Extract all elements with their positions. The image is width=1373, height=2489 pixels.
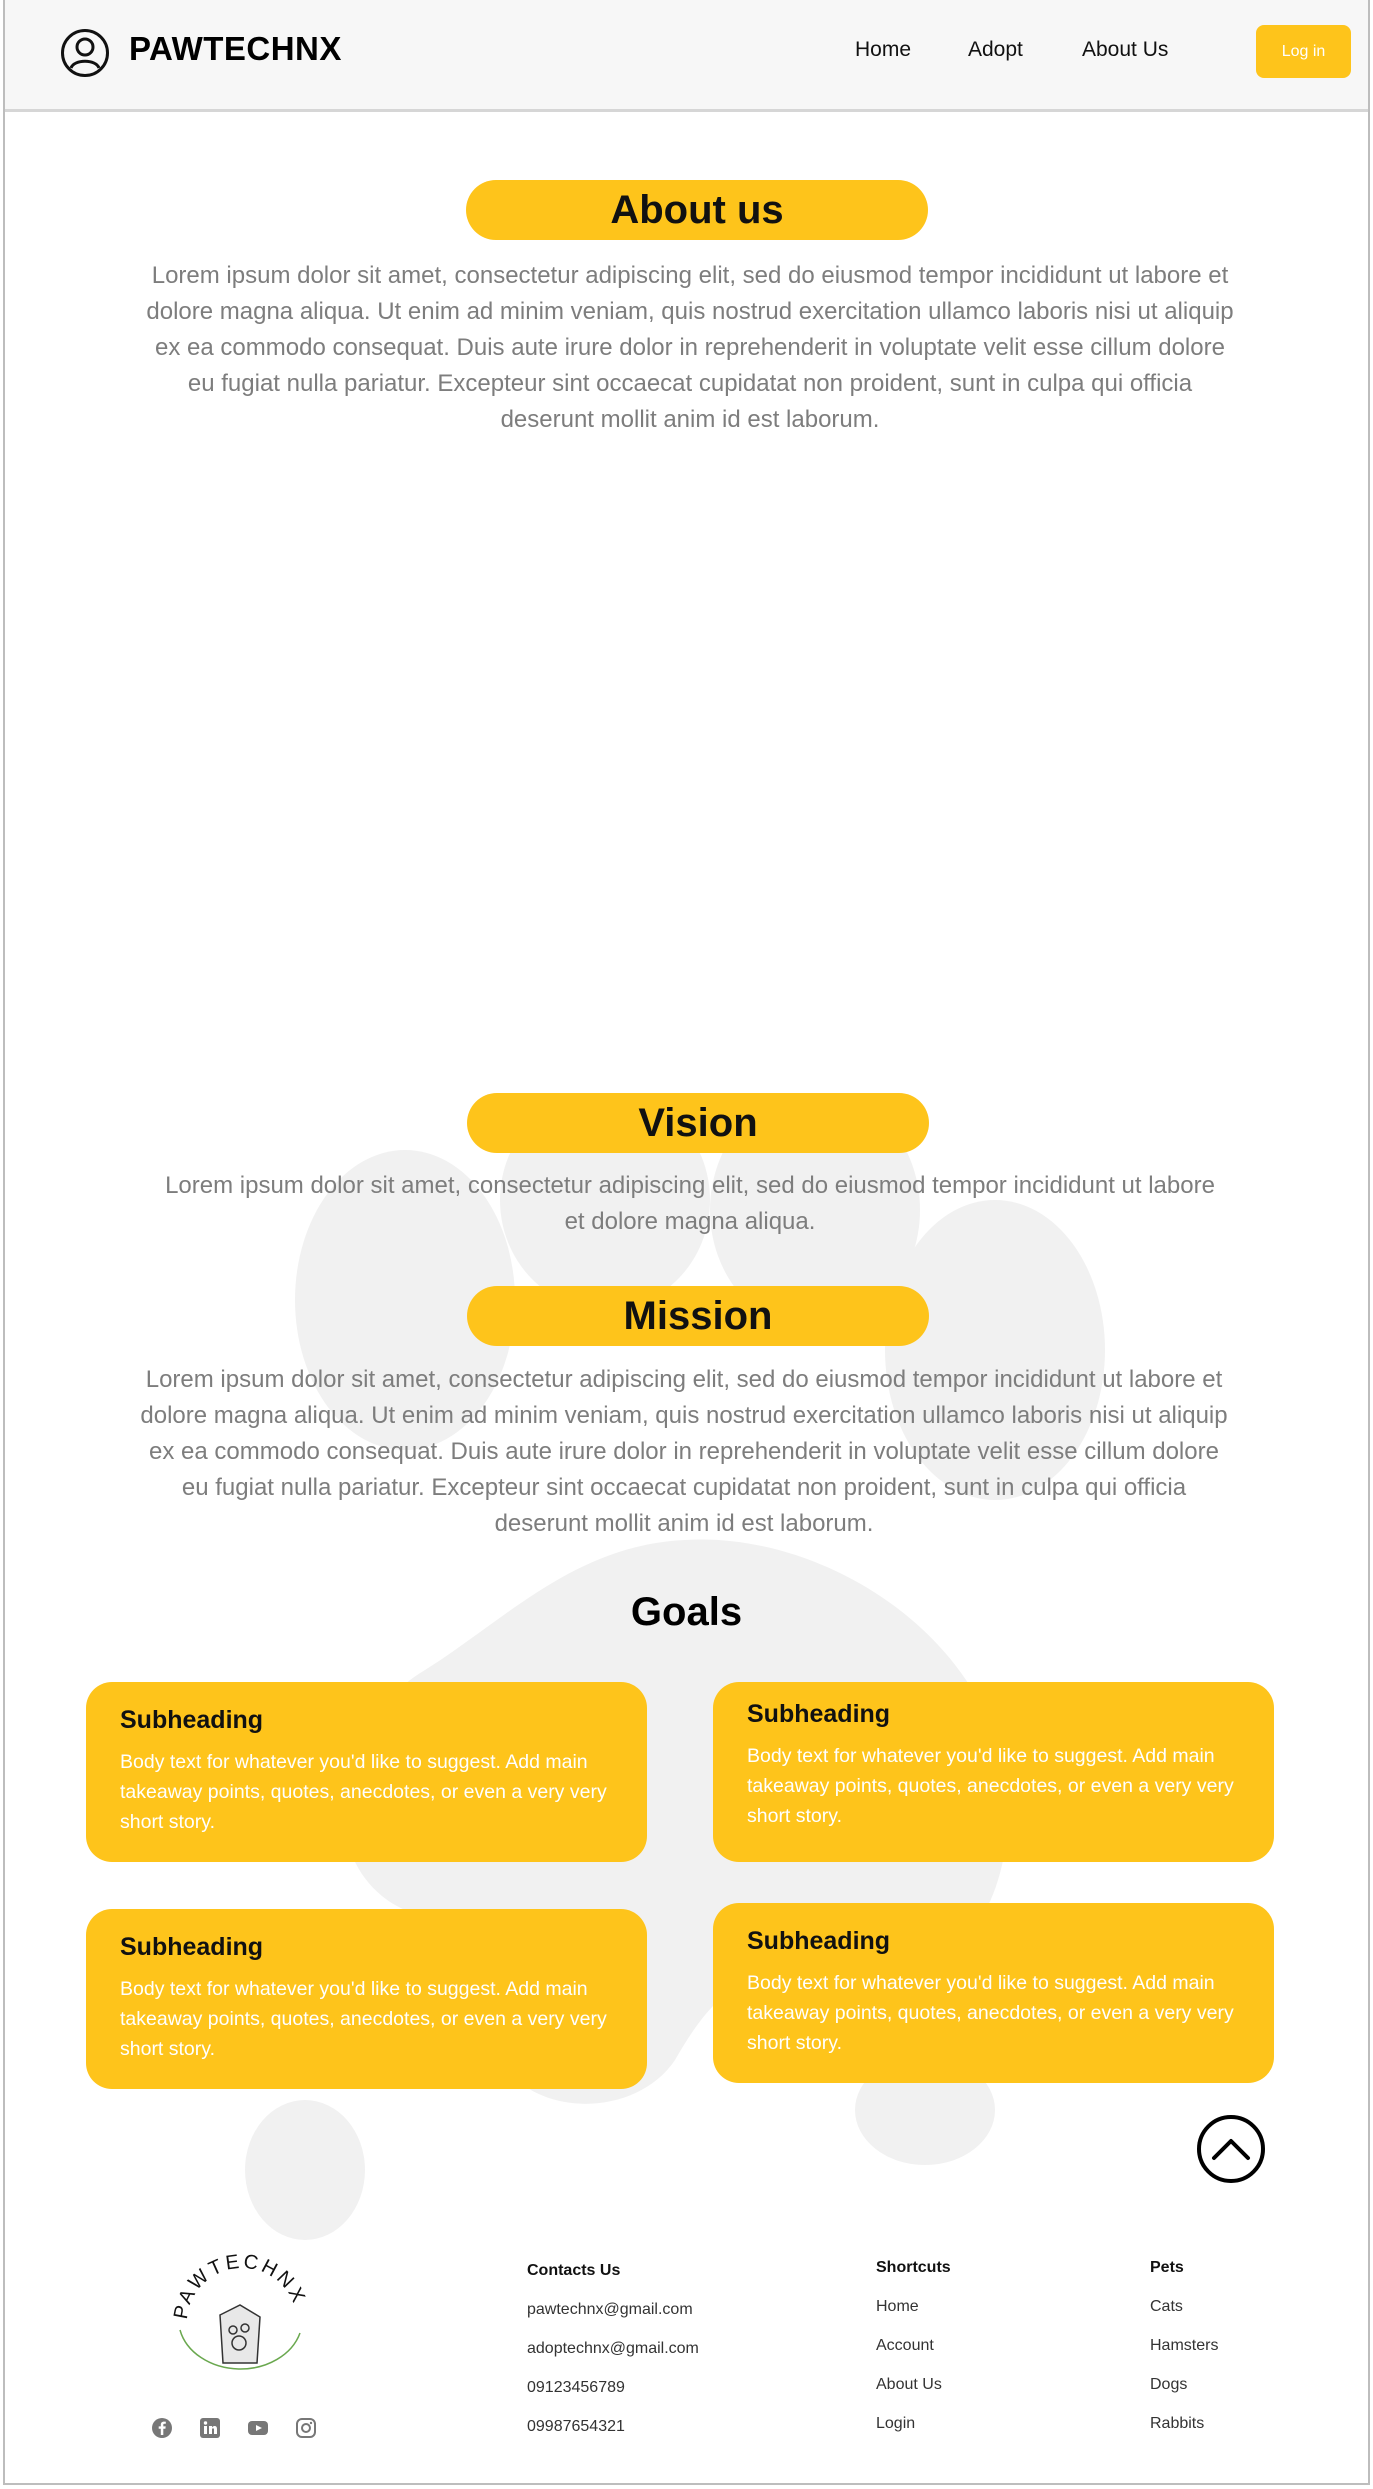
goal-card-heading: Subheading — [747, 1700, 891, 1728]
page-frame: PAWTECHNX Home Adopt About Us Log in Abo… — [3, 0, 1370, 2485]
header: PAWTECHNX Home Adopt About Us Log in — [5, 0, 1368, 112]
goal-card-heading: Subheading — [120, 1933, 264, 1961]
goal-card: Subheading Body text for whatever you'd … — [713, 1682, 1274, 1862]
nav-adopt[interactable]: Adopt — [968, 38, 1023, 62]
facebook-icon[interactable] — [151, 2417, 173, 2439]
user-profile-icon[interactable] — [60, 28, 110, 78]
login-button[interactable]: Log in — [1256, 25, 1351, 78]
goal-card-heading: Subheading — [747, 1927, 891, 1955]
goals-title: Goals — [630, 1590, 743, 1634]
footer-pets-title: Pets — [1150, 2259, 1184, 2276]
footer-link-dogs[interactable]: Dogs — [1150, 2376, 1187, 2394]
footer-link-hamsters[interactable]: Hamsters — [1150, 2337, 1218, 2355]
goal-card: Subheading Body text for whatever you'd … — [713, 1903, 1274, 2083]
footer-shortcuts-title: Shortcuts — [876, 2259, 951, 2276]
footer-contact-phone[interactable]: 09123456789 — [527, 2379, 625, 2397]
mission-title: Mission — [467, 1286, 929, 1346]
footer-link-account[interactable]: Account — [876, 2337, 934, 2355]
brand-name: PAWTECHNX — [129, 30, 342, 67]
footer-link-home[interactable]: Home — [876, 2298, 919, 2316]
footer-link-cats[interactable]: Cats — [1150, 2298, 1183, 2316]
about-title: About us — [466, 180, 928, 240]
instagram-icon[interactable] — [295, 2417, 317, 2439]
nav-about-us[interactable]: About Us — [1082, 38, 1168, 62]
mission-text: Lorem ipsum dolor sit amet, consectetur … — [140, 1366, 1228, 1537]
goal-card: Subheading Body text for whatever you'd … — [86, 1909, 647, 2089]
nav-home[interactable]: Home — [855, 38, 911, 62]
youtube-icon[interactable] — [247, 2417, 269, 2439]
goal-card-body: Body text for whatever you'd like to sug… — [747, 1972, 1234, 2054]
footer-contact-email[interactable]: pawtechnx@gmail.com — [527, 2301, 693, 2319]
goal-card-body: Body text for whatever you'd like to sug… — [747, 1745, 1234, 1827]
goal-card: Subheading Body text for whatever you'd … — [86, 1682, 647, 1862]
chevron-up-icon — [1212, 2139, 1250, 2160]
vision-text: Lorem ipsum dolor sit amet, consectetur … — [165, 1172, 1215, 1235]
goal-card-body: Body text for whatever you'd like to sug… — [120, 1751, 607, 1833]
goal-card-heading: Subheading — [120, 1706, 264, 1734]
linkedin-icon[interactable] — [199, 2417, 221, 2439]
goal-card-body: Body text for whatever you'd like to sug… — [120, 1978, 607, 2060]
footer-link-rabbits[interactable]: Rabbits — [1150, 2415, 1204, 2433]
footer-contact-email[interactable]: adoptechnx@gmail.com — [527, 2340, 699, 2358]
scroll-to-top-button[interactable] — [1197, 2115, 1265, 2183]
footer-contact-phone[interactable]: 09987654321 — [527, 2418, 625, 2436]
footer-logo: PAWTECHNX — [170, 2251, 307, 2370]
footer-contacts-title: Contacts Us — [527, 2262, 621, 2279]
footer-link-about-us[interactable]: About Us — [876, 2376, 942, 2394]
footer-link-login[interactable]: Login — [876, 2415, 915, 2433]
vision-title: Vision — [467, 1093, 929, 1153]
about-text: Lorem ipsum dolor sit amet, consectetur … — [146, 262, 1234, 433]
